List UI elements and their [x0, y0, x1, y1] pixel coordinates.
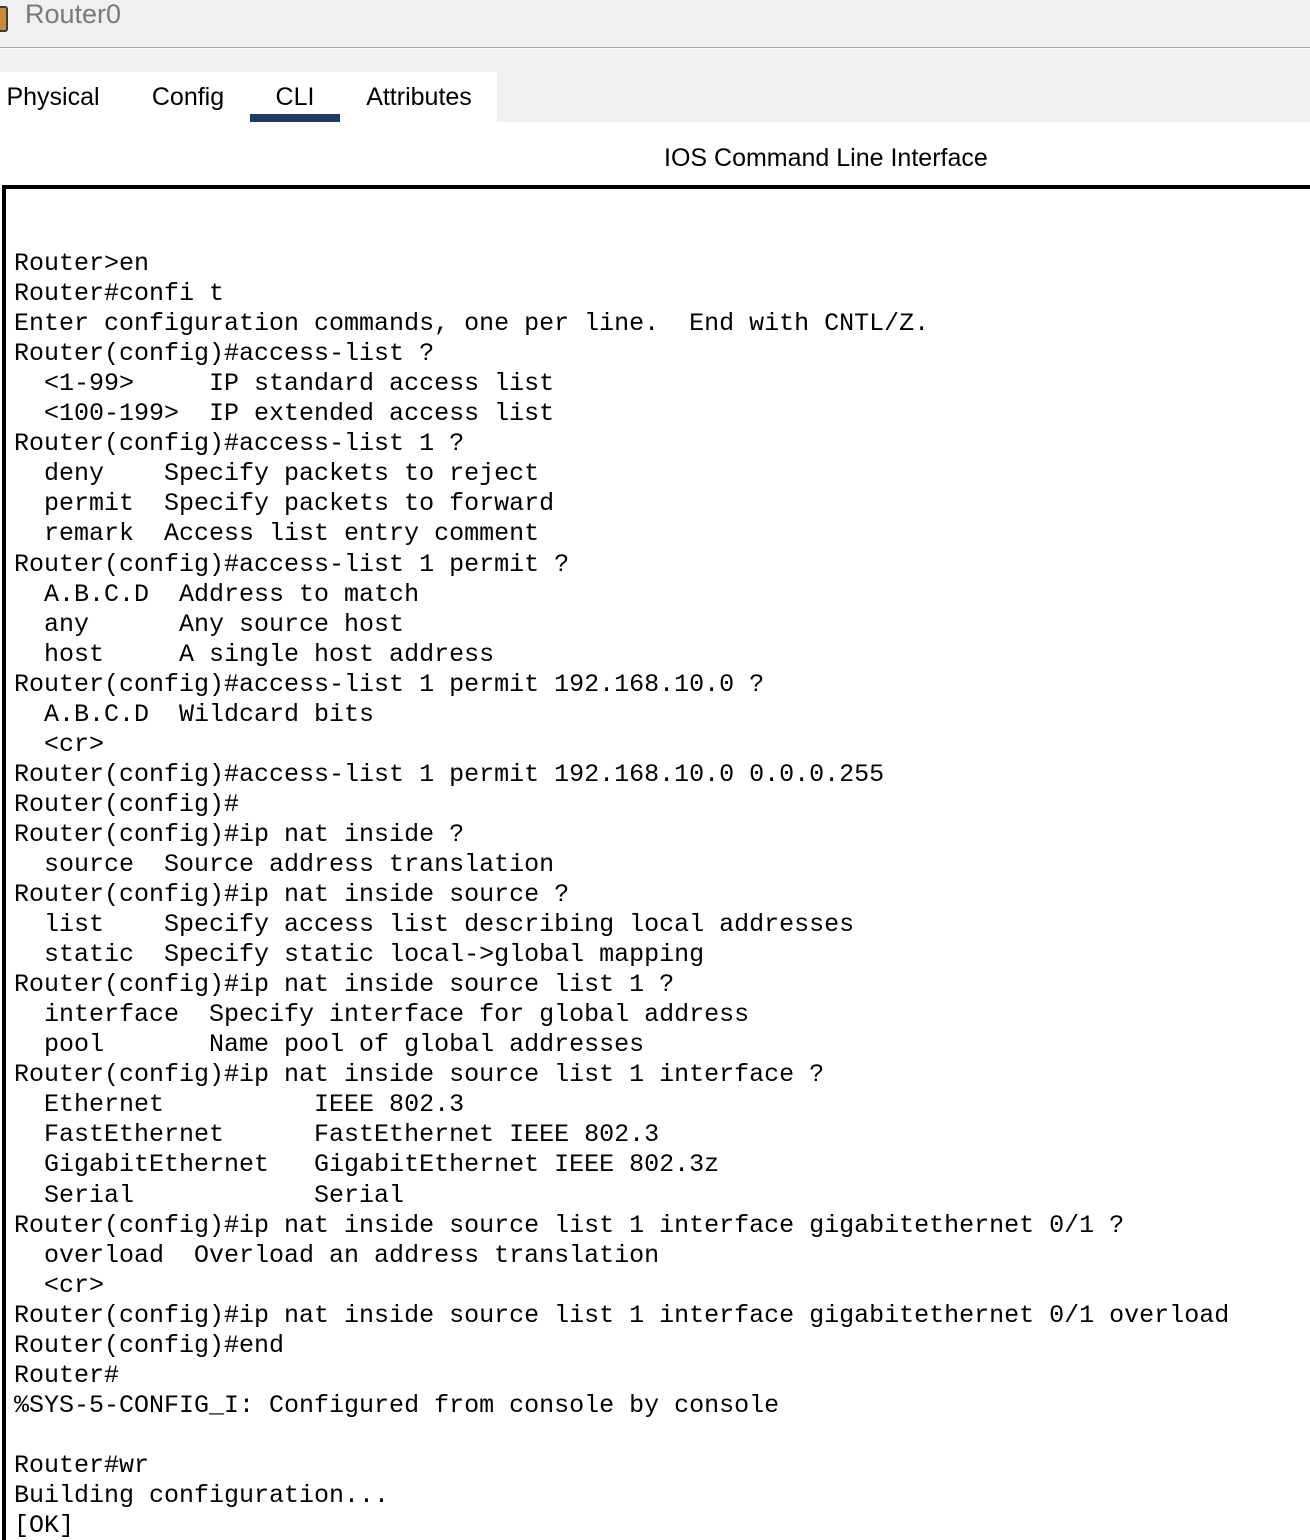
console-line: Router#confi t	[14, 279, 225, 309]
console-line: <1-99> IP standard access list	[14, 369, 555, 399]
tab-config[interactable]: Config	[140, 72, 236, 122]
console-line: Router(config)#access-list 1 ?	[14, 429, 465, 459]
console-line: Router(config)#access-list 1 permit 192.…	[14, 669, 765, 699]
console-line: A.B.C.D Address to match	[14, 579, 420, 609]
console-line: source Source address translation	[14, 849, 555, 879]
console-line: pool Name pool of global addresses	[14, 1030, 645, 1060]
console-line: Router(config)#	[14, 789, 240, 819]
router-app-icon	[0, 6, 8, 32]
cli-panel: IOS Command Line Interface Router>en Rout…	[0, 122, 1310, 1540]
console-line: A.B.C.D Wildcard bits	[14, 699, 375, 729]
console-line: Router(config)#ip nat inside source list…	[14, 1210, 1125, 1240]
console-line: Serial Serial	[14, 1180, 405, 1210]
console-line: Ethernet IEEE 802.3	[14, 1090, 465, 1120]
console-line: Router(config)#access-list 1 permit ?	[14, 549, 570, 579]
console-line: Router(config)#ip nat inside source list…	[14, 1060, 825, 1090]
console-line: Router(config)#ip nat inside ?	[14, 819, 465, 849]
cli-console[interactable]: Router>en Router#confi t Enter configurati…	[2, 185, 1310, 1540]
console-line: Router>en	[14, 249, 150, 279]
console-line: Enter configuration commands, one per li…	[14, 309, 930, 339]
tab-cli[interactable]: CLI	[250, 72, 340, 122]
tab-attributes[interactable]: Attributes	[358, 72, 480, 122]
window-title: Router0	[25, 0, 122, 29]
panel-title: IOS Command Line Interface	[664, 144, 988, 172]
window-titlebar: Router0	[0, 0, 1310, 48]
console-line: <cr>	[14, 729, 105, 759]
console-line: Router#wr	[14, 1450, 150, 1480]
console-line: any Any source host	[14, 609, 405, 639]
console-line: Router(config)#access-list 1 permit 192.…	[14, 759, 885, 789]
console-line: Router(config)#ip nat inside source list…	[14, 1300, 1230, 1330]
console-line: Router(config)#end	[14, 1330, 285, 1360]
console-line: permit Specify packets to forward	[14, 489, 555, 519]
console-line: <cr>	[14, 1270, 105, 1300]
console-line: deny Specify packets to reject	[14, 459, 540, 489]
console-line: Router(config)#ip nat inside source ?	[14, 880, 570, 910]
console-output[interactable]: Router>en Router#confi t Enter configurati…	[14, 219, 1229, 1540]
console-line: Router(config)#ip nat inside source list…	[14, 970, 675, 1000]
tab-physical[interactable]: Physical	[0, 72, 106, 122]
console-line: overload Overload an address translation	[14, 1240, 660, 1270]
panel-header: IOS Command Line Interface	[0, 122, 1310, 186]
console-line: Building configuration...	[14, 1480, 390, 1510]
console-line: interface Specify interface for global a…	[14, 1000, 750, 1030]
console-line: remark Access list entry comment	[14, 519, 540, 549]
console-line: [OK]	[14, 1511, 75, 1540]
console-line: <100-199> IP extended access list	[14, 399, 555, 429]
console-line: static Specify static local->global mapp…	[14, 940, 705, 970]
tab-group: Physical Config CLI Attributes	[0, 72, 497, 122]
console-line: host A single host address	[14, 639, 495, 669]
console-line: FastEthernet FastEthernet IEEE 802.3	[14, 1120, 660, 1150]
console-line: %SYS-5-CONFIG_I: Configured from console…	[14, 1390, 780, 1420]
tab-strip: Physical Config CLI Attributes	[0, 49, 1310, 122]
console-line: list Specify access list describing loca…	[14, 910, 855, 940]
console-line: GigabitEthernet GigabitEthernet IEEE 802…	[14, 1150, 720, 1180]
console-line: Router(config)#access-list ?	[14, 339, 435, 369]
console-line: Router#	[14, 1360, 120, 1390]
